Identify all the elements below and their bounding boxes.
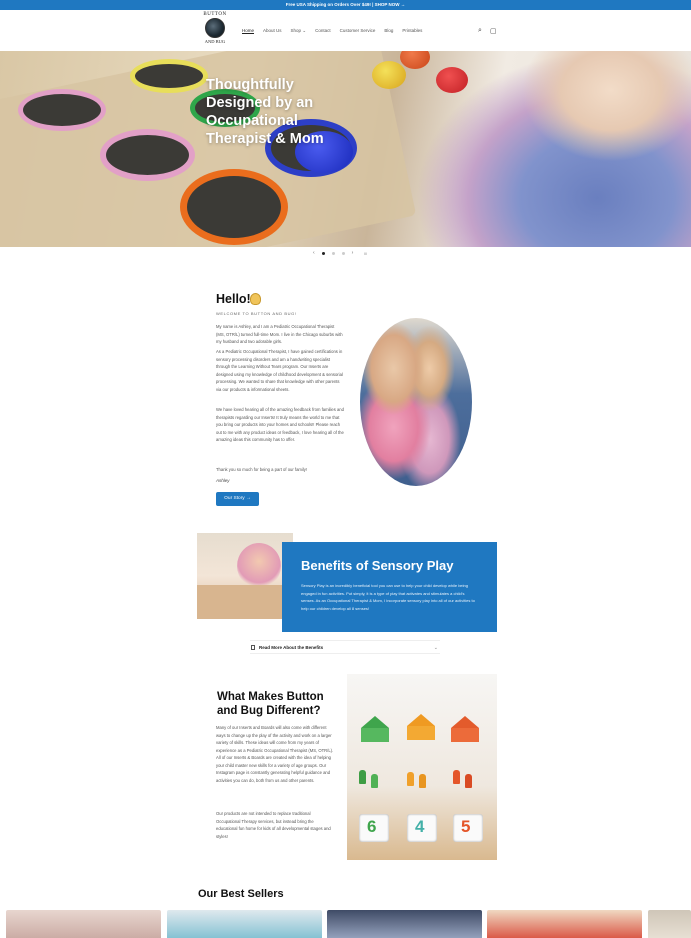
- chevron-left-icon[interactable]: ‹: [313, 250, 315, 256]
- green-house: [361, 716, 389, 742]
- nav-shop[interactable]: Shop ⌄: [291, 28, 307, 34]
- red-house: [451, 716, 479, 742]
- nav-blog[interactable]: Blog: [384, 28, 393, 34]
- sensory-play-card: Benefits of Sensory Play Sensory Play is…: [282, 542, 497, 632]
- nav-shop-label: Shop: [290, 28, 302, 33]
- number-tile: 5: [453, 814, 483, 842]
- logo-top-text: BUTTON: [203, 12, 227, 17]
- main-nav: Home About Us Shop ⌄ Contact Customer Se…: [242, 28, 422, 34]
- best-sellers-title: Our Best Sellers: [198, 888, 284, 900]
- orange-figure: [407, 772, 414, 786]
- signature: Ashley: [216, 478, 230, 483]
- child-photo: [415, 51, 691, 247]
- green-figure: [359, 770, 366, 784]
- sensory-title: Benefits of Sensory Play: [301, 558, 454, 573]
- waving-hand-icon: [250, 293, 261, 305]
- welcome-subtitle: WELCOME TO BUTTON AND BUG!: [216, 311, 297, 316]
- child-figure: [237, 543, 281, 589]
- hello-paragraph-1: My name is Ashley, and I am a Pediatric …: [216, 324, 343, 344]
- document-icon: [251, 645, 255, 650]
- hero-slideshow[interactable]: Thoughtfully Designed by an Occupational…: [0, 51, 691, 247]
- product-card[interactable]: [487, 910, 642, 938]
- hero-title: Thoughtfully Designed by an Occupational…: [206, 77, 324, 147]
- accordion-label: Read More About the Benefits: [259, 645, 324, 650]
- pegboard: [197, 585, 293, 619]
- nav-home[interactable]: Home: [242, 28, 254, 34]
- chevron-right-icon[interactable]: ›: [352, 250, 354, 256]
- pink-hole-2: [100, 129, 195, 181]
- difference-title: What Makes Button and Bug Different?: [217, 691, 324, 717]
- benefits-accordion[interactable]: Read More About the Benefits ⌄: [250, 640, 440, 654]
- product-card[interactable]: [6, 910, 161, 938]
- nav-about-us[interactable]: About Us: [263, 28, 282, 34]
- nav-printables[interactable]: Printables: [402, 28, 422, 34]
- tile-number: 5: [461, 817, 471, 836]
- pause-icon[interactable]: II: [364, 251, 366, 256]
- red-figure: [465, 774, 472, 788]
- announcement-bar[interactable]: Free USA Shipping on Orders Over $49! | …: [0, 0, 691, 10]
- hello-title: Hello!: [216, 292, 251, 306]
- slide-dot-3[interactable]: [341, 251, 345, 255]
- number-tile: 4: [407, 814, 437, 842]
- logo-emblem: [205, 18, 225, 38]
- site-header: BUTTON AND BUG Home About Us Shop ⌄ Cont…: [0, 10, 691, 51]
- nav-customer-service[interactable]: Customer Service: [340, 28, 376, 34]
- sensory-play-photo: [197, 533, 293, 619]
- orange-figure: [419, 774, 426, 788]
- tile-number: 4: [415, 817, 425, 836]
- our-story-button[interactable]: Our Story →: [216, 492, 259, 506]
- hello-paragraph-4: Thank you so much for being a part of ou…: [216, 467, 308, 472]
- chevron-down-icon: ⌄: [302, 28, 307, 33]
- counting-houses-photo: 6 4 5: [347, 674, 497, 860]
- family-photo: [360, 318, 472, 486]
- logo[interactable]: BUTTON AND BUG: [200, 12, 230, 50]
- green-figure: [371, 774, 378, 788]
- difference-paragraph-2: Our products are not intended to replace…: [216, 811, 331, 839]
- product-card[interactable]: [648, 910, 691, 938]
- yellow-hole: [130, 59, 208, 93]
- product-card[interactable]: [167, 910, 322, 938]
- pink-hole: [18, 89, 106, 131]
- tile-number: 6: [367, 817, 377, 836]
- difference-paragraph-1: Many of our Inserts and Boards will also…: [216, 725, 334, 783]
- slide-dot-2[interactable]: [331, 251, 335, 255]
- yellow-ball: [372, 61, 406, 89]
- slide-dot-1[interactable]: [321, 251, 325, 255]
- hello-paragraph-3: We have loved hearing all of the amazing…: [216, 407, 344, 442]
- nav-contact[interactable]: Contact: [315, 28, 331, 34]
- red-figure: [453, 770, 460, 784]
- number-tile: 6: [359, 814, 389, 842]
- sensory-text: Sensory Play is an incredibly beneficial…: [301, 583, 475, 611]
- search-icon[interactable]: ⌕: [478, 27, 482, 35]
- orange-hole: [180, 169, 288, 245]
- logo-bottom-text: AND BUG: [204, 39, 226, 44]
- slideshow-controls: ‹ › II: [313, 250, 367, 256]
- cart-icon[interactable]: ▢: [490, 27, 497, 35]
- orange-house: [407, 714, 435, 740]
- chevron-down-icon: ⌄: [433, 645, 438, 651]
- product-card[interactable]: [327, 910, 482, 938]
- hello-paragraph-2: As a Pediatric Occupational Therapist, I…: [216, 349, 343, 392]
